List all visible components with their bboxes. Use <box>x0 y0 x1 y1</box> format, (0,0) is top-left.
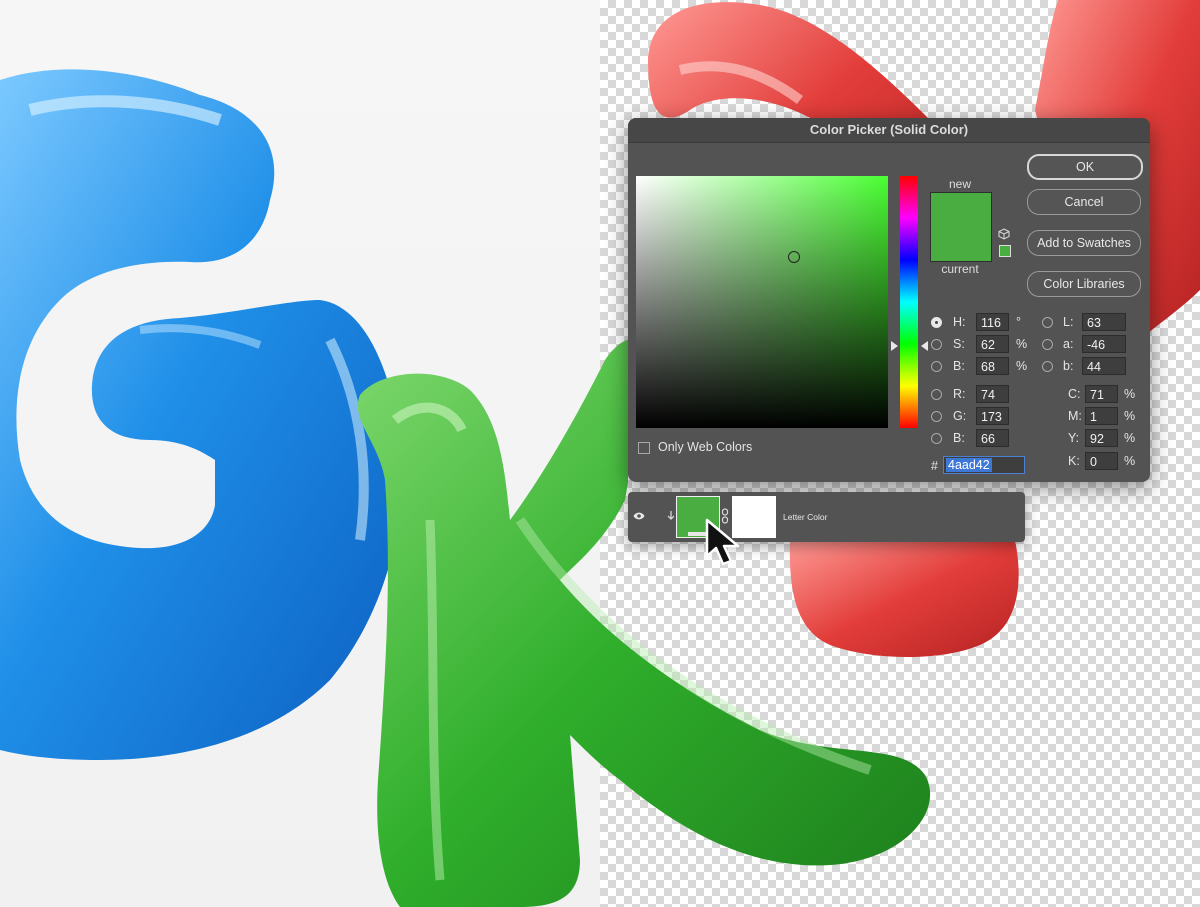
saturation-label: S: <box>953 337 965 351</box>
eye-icon[interactable] <box>633 511 645 521</box>
lab-b-input[interactable]: 44 <box>1082 357 1126 375</box>
blue-field-row: B: 66 <box>931 429 1041 449</box>
saturation-brightness-field[interactable] <box>636 176 888 428</box>
hue-input[interactable]: 116 <box>976 313 1009 331</box>
cyan-input[interactable]: 71 <box>1085 385 1118 403</box>
color-comparison-swatch <box>930 192 992 262</box>
hue-label: H: <box>953 315 966 329</box>
yellow-label: Y: <box>1068 431 1080 445</box>
lab-b-field-row: b: 44 <box>1042 357 1142 377</box>
layer-row-letter-color[interactable]: Letter Color <box>628 492 1025 542</box>
magenta-label: M: <box>1068 409 1082 423</box>
black-input[interactable]: 0 <box>1085 452 1118 470</box>
red-radio[interactable] <box>931 389 942 400</box>
color-picker-dialog: Color Picker (Solid Color) new current O… <box>628 118 1150 482</box>
blue-label: B: <box>953 431 965 445</box>
lab-l-input[interactable]: 63 <box>1082 313 1126 331</box>
magenta-unit: % <box>1124 409 1136 423</box>
red-label: R: <box>953 387 966 401</box>
hue-radio[interactable] <box>931 317 942 328</box>
black-field-row: K: 0 % <box>1068 452 1150 472</box>
layer-name[interactable]: Letter Color <box>783 512 827 522</box>
add-to-swatches-button[interactable]: Add to Swatches <box>1027 230 1141 256</box>
lab-a-field-row: a: -46 <box>1042 335 1142 355</box>
green-radio[interactable] <box>931 411 942 422</box>
mouse-cursor-icon <box>705 518 740 566</box>
lab-a-label: a: <box>1063 337 1074 351</box>
hex-input[interactable]: 4aad42 <box>943 456 1025 474</box>
red-input[interactable]: 74 <box>976 385 1009 403</box>
lab-l-field-row: L: 63 <box>1042 313 1142 333</box>
current-color-swatch[interactable] <box>931 227 991 261</box>
web-safe-color-swatch[interactable] <box>999 245 1011 257</box>
green-field-row: G: 173 <box>931 407 1041 427</box>
brightness-field-row: B: 68 % <box>931 357 1041 377</box>
green-label: G: <box>953 409 967 423</box>
black-label: K: <box>1068 454 1080 468</box>
yellow-unit: % <box>1124 431 1136 445</box>
brightness-input[interactable]: 68 <box>976 357 1009 375</box>
hue-slider-right-arrow-icon[interactable] <box>921 341 928 351</box>
color-libraries-button[interactable]: Color Libraries <box>1027 271 1141 297</box>
blue-radio[interactable] <box>931 433 942 444</box>
hex-value-selected[interactable]: 4aad42 <box>946 458 992 472</box>
brightness-label: B: <box>953 359 965 373</box>
new-color-swatch <box>931 193 991 227</box>
blue-input[interactable]: 66 <box>976 429 1009 447</box>
magenta-field-row: M: 1 % <box>1068 407 1150 427</box>
color-field-cursor[interactable] <box>788 251 800 263</box>
blue-balloon-letter <box>0 69 402 761</box>
brightness-radio[interactable] <box>931 361 942 372</box>
ok-button[interactable]: OK <box>1027 154 1143 180</box>
cancel-button[interactable]: Cancel <box>1027 189 1141 215</box>
cyan-unit: % <box>1124 387 1136 401</box>
lab-a-input[interactable]: -46 <box>1082 335 1126 353</box>
new-color-label: new <box>948 177 971 191</box>
saturation-field-row: S: 62 % <box>931 335 1041 355</box>
saturation-radio[interactable] <box>931 339 942 350</box>
yellow-field-row: Y: 92 % <box>1068 429 1150 449</box>
lab-l-label: L: <box>1063 315 1074 329</box>
lab-b-label: b: <box>1063 359 1074 373</box>
only-web-colors-label: Only Web Colors <box>658 440 753 454</box>
clip-icon <box>667 511 674 520</box>
dialog-title: Color Picker (Solid Color) <box>628 118 1150 143</box>
saturation-unit: % <box>1016 337 1028 351</box>
yellow-input[interactable]: 92 <box>1085 429 1118 447</box>
cyan-field-row: C: 71 % <box>1068 385 1150 405</box>
lab-l-radio[interactable] <box>1042 317 1053 328</box>
lab-b-radio[interactable] <box>1042 361 1053 372</box>
only-web-colors-checkbox[interactable] <box>638 442 650 454</box>
current-color-label: current <box>941 262 979 276</box>
hex-prefix: # <box>931 459 938 473</box>
cube-icon[interactable] <box>998 228 1010 240</box>
magenta-input[interactable]: 1 <box>1085 407 1118 425</box>
hue-slider[interactable] <box>900 176 918 428</box>
cyan-label: C: <box>1068 387 1081 401</box>
hue-unit: ° <box>1016 315 1021 329</box>
red-field-row: R: 74 <box>931 385 1041 405</box>
lab-a-radio[interactable] <box>1042 339 1053 350</box>
green-input[interactable]: 173 <box>976 407 1009 425</box>
hue-slider-left-arrow-icon[interactable] <box>891 341 898 351</box>
hue-field-row: H: 116 ° <box>931 313 1041 333</box>
black-unit: % <box>1124 454 1136 468</box>
saturation-input[interactable]: 62 <box>976 335 1009 353</box>
brightness-unit: % <box>1016 359 1028 373</box>
